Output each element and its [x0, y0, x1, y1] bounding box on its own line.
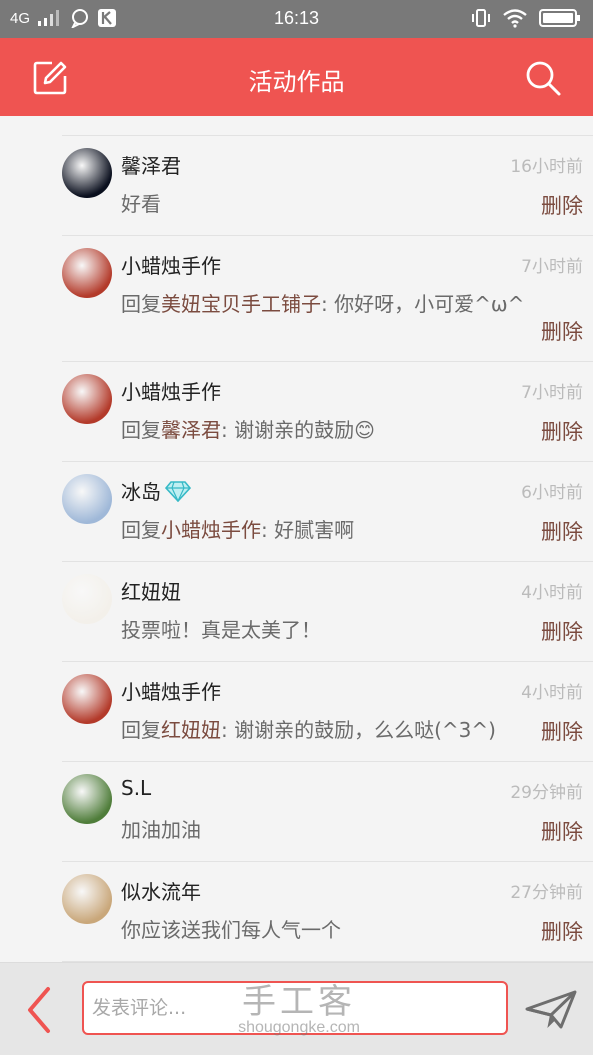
- comment-body: : 好腻害啊: [261, 518, 355, 542]
- comment-text: 你应该送我们每人气一个: [121, 916, 531, 944]
- status-right: [471, 8, 581, 28]
- avatar[interactable]: [62, 874, 112, 924]
- chevron-left-icon[interactable]: [22, 985, 58, 1035]
- comment-item[interactable]: 似水流年 27分钟前你应该送我们每人气一个 删除: [0, 862, 593, 962]
- comment-text: 回复小蜡烛手作: 好腻害啊: [121, 516, 531, 544]
- comment-text: 投票啦！真是太美了！: [121, 616, 531, 644]
- diamond-icon: [165, 480, 191, 502]
- comment-text: 好看: [121, 190, 531, 218]
- avatar[interactable]: [62, 474, 112, 524]
- avatar[interactable]: [62, 774, 112, 824]
- comment-input[interactable]: [82, 981, 508, 1035]
- comment-body: 好看: [121, 192, 161, 216]
- comment-text: 回复馨泽君: 谢谢亲的鼓励😊: [121, 416, 531, 444]
- avatar[interactable]: [62, 674, 112, 724]
- comment-item[interactable]: 小蜡烛手作 7小时前回复馨泽君: 谢谢亲的鼓励😊 删除: [0, 362, 593, 462]
- comment-time: 16小时前: [510, 157, 583, 177]
- comment-item[interactable]: S.L 29分钟前加油加油 删除: [0, 762, 593, 862]
- search-button[interactable]: [523, 58, 563, 98]
- mention-link[interactable]: 小蜡烛手作: [161, 518, 261, 542]
- commenter-name-text: S.L: [121, 776, 152, 800]
- comment-text: 回复美妞宝贝手工铺子: 你好呀，小可爱^ω^: [121, 290, 531, 318]
- avatar[interactable]: [62, 574, 112, 624]
- mention-link[interactable]: 馨泽君: [161, 418, 221, 442]
- commenter-name-text: 冰岛: [121, 480, 161, 504]
- commenter-name-text: 小蜡烛手作: [121, 380, 221, 404]
- comment-body: 你应该送我们每人气一个: [121, 918, 341, 942]
- comment-body: 投票啦！真是太美了！: [121, 618, 321, 642]
- commenter-name[interactable]: 小蜡烛手作: [121, 376, 221, 405]
- comment-time: 7小时前: [521, 383, 583, 403]
- search-icon: [526, 61, 561, 96]
- delete-button[interactable]: 删除: [541, 416, 583, 446]
- comment-body: : 谢谢亲的鼓励，么么哒(^3^): [221, 718, 496, 742]
- status-bar: 4G 16:13: [0, 0, 593, 38]
- vibrate-icon: [472, 9, 490, 27]
- commenter-name-text: 小蜡烛手作: [121, 680, 221, 704]
- comment-text: 回复红妞妞: 谢谢亲的鼓励，么么哒(^3^): [121, 716, 531, 744]
- mention-link[interactable]: 美妞宝贝手工铺子: [161, 292, 321, 316]
- comment-body: 加油加油: [121, 818, 201, 842]
- delete-button[interactable]: 删除: [541, 716, 583, 746]
- avatar[interactable]: [62, 248, 112, 298]
- avatar[interactable]: [62, 374, 112, 424]
- comment-time: 6小时前: [521, 483, 583, 503]
- reply-prefix: 回复: [121, 292, 161, 316]
- commenter-name[interactable]: 馨泽君: [121, 150, 181, 179]
- commenter-name-text: 红妞妞: [121, 580, 181, 604]
- delete-button[interactable]: 删除: [541, 316, 583, 346]
- commenter-name[interactable]: 小蜡烛手作: [121, 250, 221, 279]
- bottom-bar: [0, 962, 593, 1055]
- reply-prefix: 回复: [121, 518, 161, 542]
- send-paper-plane-icon[interactable]: [525, 989, 577, 1029]
- comment-time: 7小时前: [521, 257, 583, 277]
- delete-button[interactable]: 删除: [541, 916, 583, 946]
- commenter-name[interactable]: 红妞妞: [121, 576, 181, 605]
- comment-item[interactable]: 馨泽君 16小时前好看 删除: [0, 136, 593, 236]
- avatar[interactable]: [62, 148, 112, 198]
- delete-button[interactable]: 删除: [541, 616, 583, 646]
- commenter-name-text: 似水流年: [121, 880, 201, 904]
- app-header: 活动作品: [0, 38, 593, 116]
- comment-text: 加油加油: [121, 816, 531, 844]
- comment-item[interactable]: 小蜡烛手作 4小时前回复红妞妞: 谢谢亲的鼓励，么么哒(^3^) 删除: [0, 662, 593, 762]
- commenter-name[interactable]: S.L: [121, 776, 151, 800]
- comment-item[interactable]: 红妞妞 4小时前投票啦！真是太美了！ 删除: [0, 562, 593, 662]
- delete-button[interactable]: 删除: [541, 516, 583, 546]
- comment-time: 29分钟前: [510, 783, 583, 803]
- comment-body: : 你好呀，小可爱^ω^: [321, 292, 525, 316]
- commenter-name-text: 馨泽君: [121, 154, 181, 178]
- commenter-name[interactable]: 小蜡烛手作: [121, 676, 221, 705]
- reply-prefix: 回复: [121, 718, 161, 742]
- commenter-name[interactable]: 似水流年: [121, 876, 201, 905]
- comment-time: 4小时前: [521, 583, 583, 603]
- comment-item[interactable]: 小蜡烛手作 7小时前回复美妞宝贝手工铺子: 你好呀，小可爱^ω^ 删除: [0, 236, 593, 362]
- comment-body: : 谢谢亲的鼓励😊: [221, 418, 375, 442]
- delete-button[interactable]: 删除: [541, 816, 583, 846]
- battery-icon: [539, 9, 580, 27]
- delete-button[interactable]: 删除: [541, 190, 583, 220]
- comment-list[interactable]: 馨泽君 16小时前 好看 删除 小蜡烛手作 7小时前 回复美妞宝贝手工铺子: 你好呀，小可爱…: [0, 116, 593, 962]
- commenter-name[interactable]: 冰岛: [121, 476, 191, 505]
- comment-time: 27分钟前: [510, 883, 583, 903]
- page-title: 活动作品: [248, 68, 345, 96]
- wifi-icon: [503, 9, 527, 28]
- commenter-name-text: 小蜡烛手作: [121, 254, 221, 278]
- mention-link[interactable]: 红妞妞: [161, 718, 221, 742]
- comment-item[interactable]: 冰岛 6小时前 回复小蜡烛手作: 好腻害啊 删除: [0, 462, 593, 562]
- comment-time: 4小时前: [521, 683, 583, 703]
- reply-prefix: 回复: [121, 418, 161, 442]
